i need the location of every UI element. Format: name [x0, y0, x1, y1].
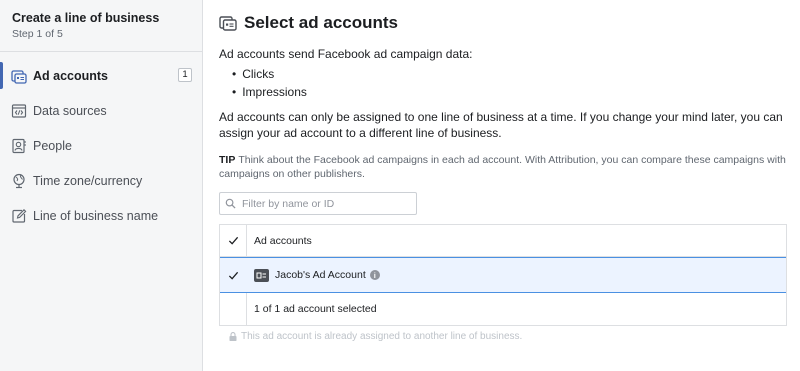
sidebar-item-label: Time zone/currency: [33, 173, 143, 188]
table-row[interactable]: Jacob's Ad Account i: [220, 257, 786, 293]
assignment-footnote: This ad account is already assigned to a…: [229, 331, 522, 342]
sidebar-item-line-of-business-name[interactable]: Line of business name: [0, 198, 202, 233]
account-cell: Jacob's Ad Account i: [247, 268, 380, 282]
ad-accounts-table: Ad accounts Jacob's Ad Account i 1 of 1 …: [219, 224, 787, 326]
intro-text: Ad accounts send Facebook ad campaign da…: [219, 47, 473, 61]
list-item: Clicks: [232, 66, 307, 84]
search-input[interactable]: [242, 197, 412, 210]
lock-icon: [229, 332, 237, 341]
search-icon: [225, 198, 236, 209]
info-icon[interactable]: i: [369, 270, 380, 280]
sidebar-item-time-zone-currency[interactable]: Time zone/currency: [0, 163, 202, 198]
sidebar-header: Create a line of business Step 1 of 5: [0, 0, 202, 52]
checkmark-icon: [228, 271, 239, 280]
count-badge: 1: [178, 68, 192, 82]
ad-account-icon: [254, 268, 269, 282]
account-name: Jacob's Ad Account: [275, 269, 366, 281]
people-icon: [11, 138, 27, 154]
selection-count: 1 of 1 ad account selected: [254, 303, 377, 315]
sidebar: Create a line of business Step 1 of 5 Ad…: [0, 0, 203, 371]
ad-accounts-icon: [219, 14, 237, 32]
main-content: Select ad accounts Ad accounts send Face…: [219, 0, 789, 371]
assignment-note: Ad accounts can only be assigned to one …: [219, 110, 783, 140]
data-sources-icon: [11, 103, 27, 119]
tip-label: TIP: [219, 154, 236, 166]
step-indicator: Step 1 of 5: [12, 28, 63, 40]
select-all-checkbox[interactable]: [220, 225, 247, 256]
table-footer-row: 1 of 1 ad account selected: [220, 293, 786, 325]
edit-icon: [11, 208, 27, 224]
checkmark-icon: [228, 236, 238, 245]
page-title: Select ad accounts: [244, 13, 399, 32]
sidebar-item-data-sources[interactable]: Data sources: [0, 93, 202, 128]
footnote-text: This ad account is already assigned to a…: [241, 331, 523, 342]
tip-text: TIP Think about the Facebook ad campaigns…: [219, 153, 789, 181]
search-box[interactable]: [219, 192, 417, 215]
tip-body: Think about the Facebook ad campaigns in…: [219, 154, 786, 180]
ad-accounts-icon: [11, 68, 27, 84]
empty-cell: [220, 293, 247, 325]
table-header-row: Ad accounts: [220, 225, 786, 257]
row-checkbox[interactable]: [220, 258, 247, 292]
globe-icon: [11, 173, 27, 189]
sidebar-item-ad-accounts[interactable]: Ad accounts 1: [0, 58, 202, 93]
sidebar-item-label: People: [33, 138, 72, 153]
sidebar-item-label: Ad accounts: [33, 68, 109, 83]
list-item: Impressions: [232, 84, 307, 102]
sidebar-item-label: Data sources: [33, 103, 107, 118]
page-header: Select ad accounts: [219, 13, 398, 33]
sidebar-item-people[interactable]: People: [0, 128, 202, 163]
data-bullet-list: Clicks Impressions: [232, 66, 307, 101]
column-header: Ad accounts: [254, 234, 312, 247]
sidebar-item-label: Line of business name: [33, 208, 159, 223]
sidebar-title: Create a line of business: [12, 11, 160, 25]
